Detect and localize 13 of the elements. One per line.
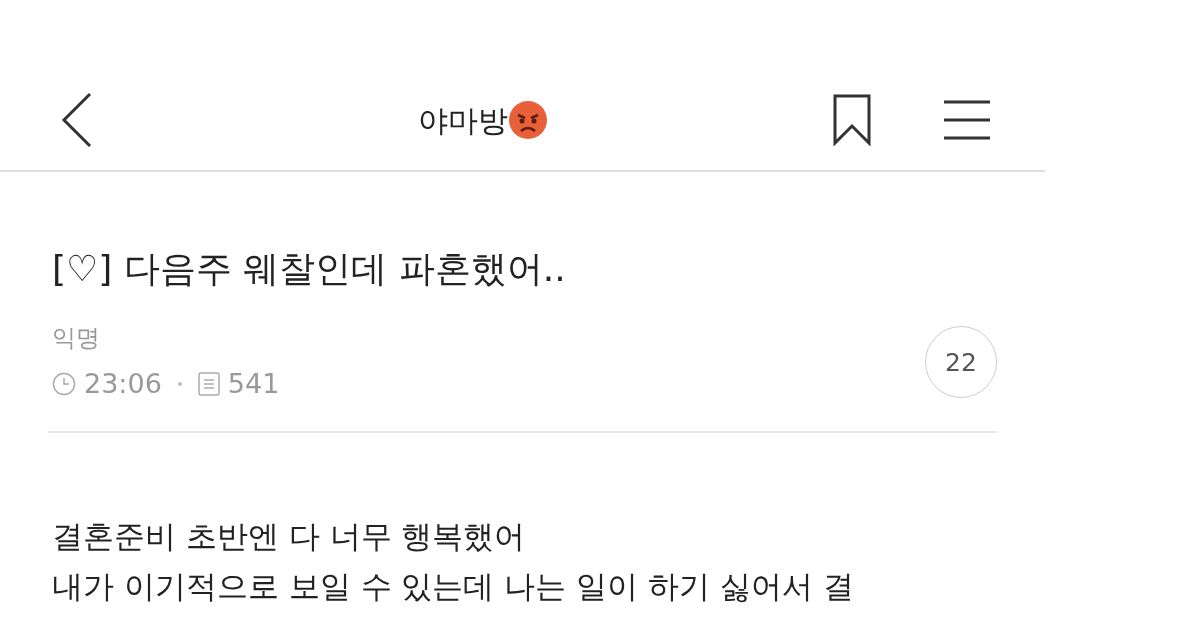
bookmark-button[interactable]	[832, 94, 872, 146]
view-count: 541	[227, 367, 280, 401]
post-title: [♡] 다음주 웨찰인데 파혼했어..	[52, 247, 567, 291]
document-icon	[197, 372, 220, 397]
body-line: 결혼준비 초반엔 다 너무 행복했어	[52, 516, 527, 556]
back-button[interactable]	[60, 92, 94, 148]
post-time: 23:06	[84, 367, 162, 401]
angry-face-icon	[508, 100, 548, 140]
board-title: 야마방	[418, 101, 508, 140]
clock-icon	[52, 372, 76, 397]
body-line: 내가 이기적으로 보일 수 있는데 나는 일이 하기 싫어서 결	[52, 566, 855, 606]
author-name: 익명	[52, 323, 101, 354]
menu-button[interactable]	[944, 99, 990, 141]
